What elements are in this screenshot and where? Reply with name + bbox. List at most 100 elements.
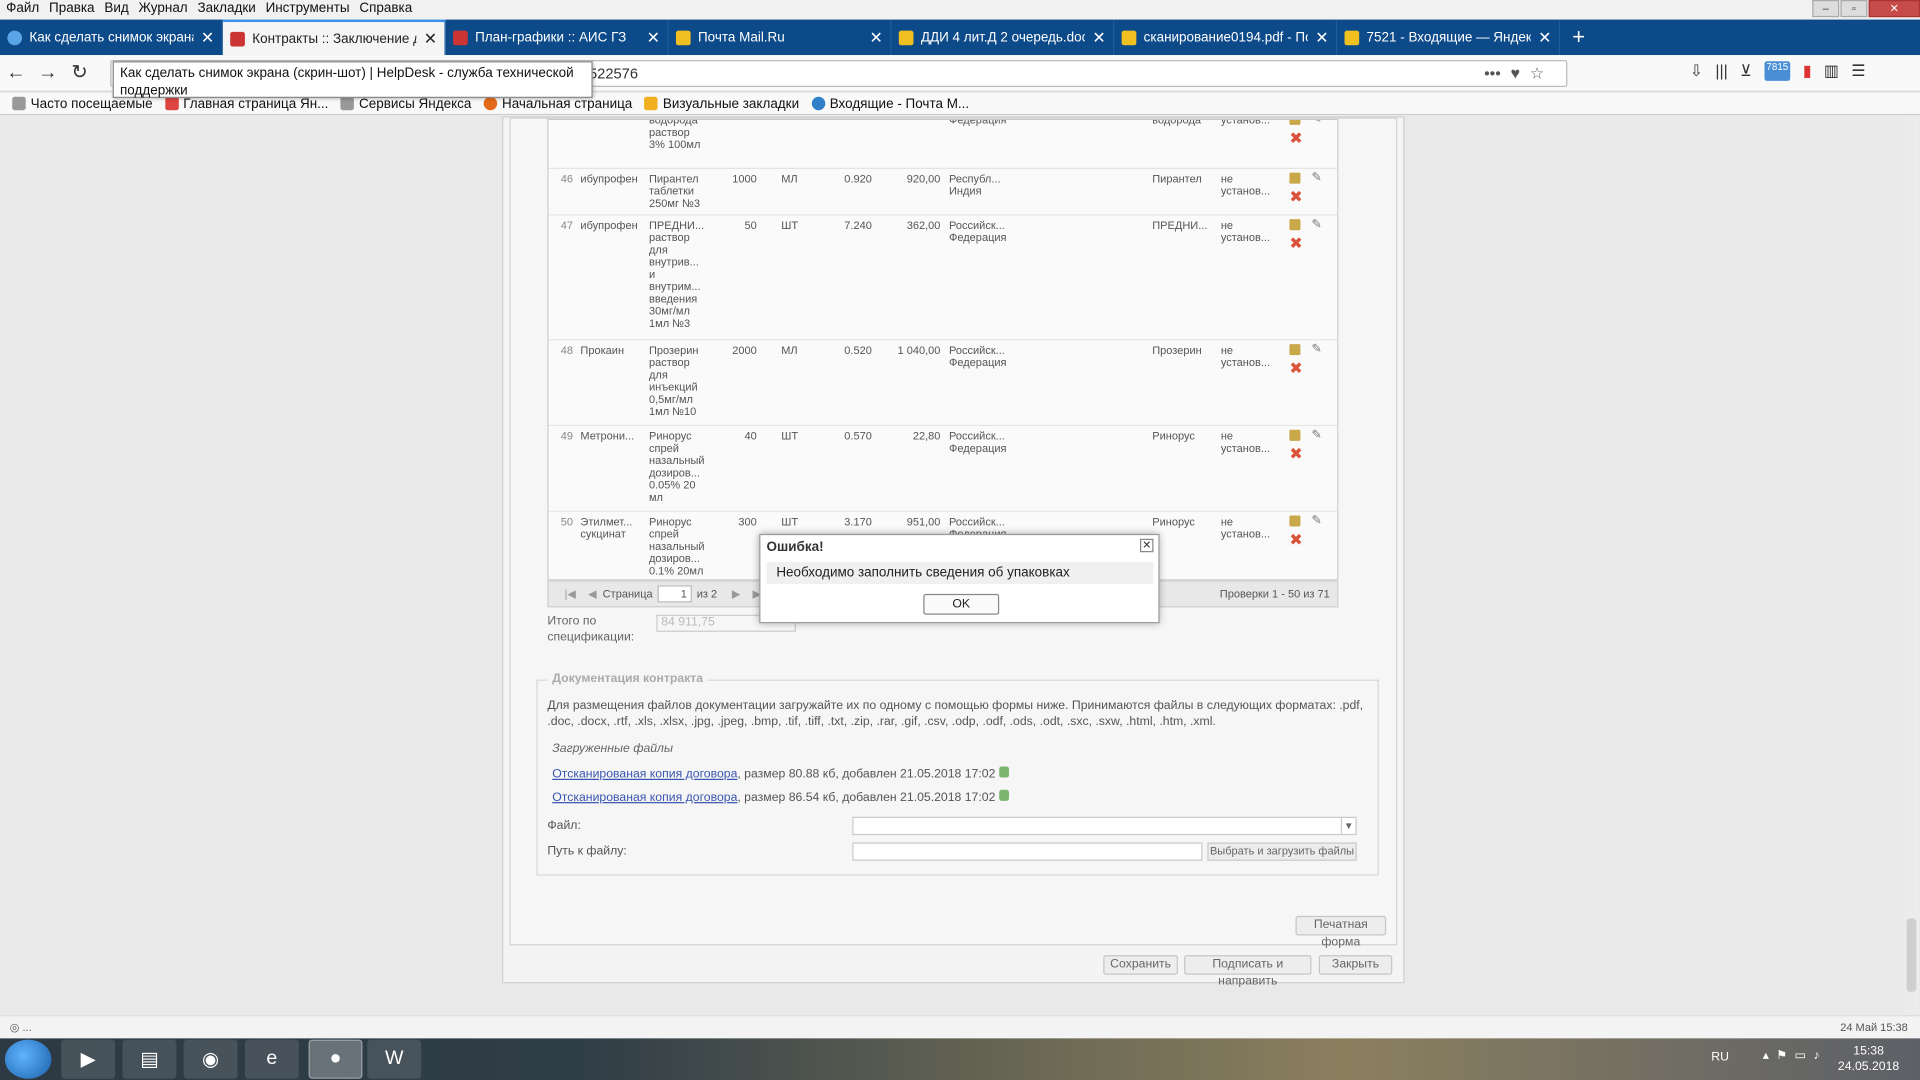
close-window-icon[interactable]: ✕	[1868, 0, 1920, 18]
pencil-icon[interactable]: ✎	[1311, 515, 1321, 527]
file-path-input[interactable]	[852, 842, 1203, 861]
delete-icon[interactable]: ✖	[1289, 235, 1302, 251]
prev-page-icon[interactable]: ◀	[588, 587, 596, 600]
menu-edit[interactable]: Правка	[45, 0, 98, 20]
ie-icon[interactable]: e	[244, 1039, 299, 1079]
pencil-icon[interactable]: ✎	[1311, 172, 1321, 184]
print-form-button[interactable]: Печатная форма	[1295, 915, 1387, 949]
close-tab-icon[interactable]: ✕	[1538, 28, 1551, 48]
close-icon[interactable]: ✕	[1140, 538, 1154, 553]
close-tab-icon[interactable]: ✕	[1092, 28, 1105, 48]
delete-icon[interactable]: ✖	[1289, 189, 1302, 205]
delete-icon[interactable]: ✖	[1289, 531, 1302, 547]
pencil-icon[interactable]: ✎	[1311, 343, 1321, 355]
table-row[interactable]: 47 ибупрофен ПРЕДНИ... раствор для внутрив…	[548, 215, 1338, 341]
delete-icon[interactable]: ✖	[1289, 130, 1302, 146]
library-icon[interactable]: |||	[1715, 61, 1727, 81]
edit-package-icon[interactable]	[1289, 515, 1301, 527]
delete-file-icon[interactable]	[999, 789, 1009, 801]
cell-num: 47	[560, 219, 574, 232]
error-dialog: Ошибка! ✕ Необходимо заполнить сведения …	[759, 533, 1160, 624]
page-input[interactable]: 1	[657, 585, 692, 603]
new-tab-icon[interactable]: +	[1560, 20, 1597, 56]
scrollbar-thumb[interactable]	[1906, 918, 1917, 992]
bookmark-item[interactable]: Визуальные закладки	[644, 96, 799, 111]
browser-tab[interactable]: ДДИ 4 лит.Д 2 очередь.docx - ✕	[891, 19, 1115, 56]
sign-and-send-button[interactable]: Подписать и направить	[1184, 955, 1312, 988]
close-tab-icon[interactable]: ✕	[870, 28, 883, 48]
close-tab-icon[interactable]: ✕	[201, 28, 214, 48]
firefox-icon[interactable]: ●	[308, 1039, 363, 1079]
close-tab-icon[interactable]: ✕	[424, 29, 437, 49]
close-button[interactable]: Закрыть	[1318, 955, 1393, 975]
section-legend: Документация контракта	[547, 672, 709, 686]
file-link[interactable]: Отсканированая копия договора	[552, 791, 737, 804]
browser-tab[interactable]: сканирование0194.pdf - Почт ✕	[1114, 19, 1338, 56]
browser-tab[interactable]: Почта Mail.Ru ✕	[669, 19, 892, 56]
download-icon[interactable]: ⇩	[1690, 61, 1703, 81]
menu-file[interactable]: Файл	[2, 0, 42, 20]
delete-icon[interactable]: ✖	[1289, 360, 1302, 376]
sidebar-icon[interactable]: ▥	[1824, 61, 1839, 81]
browser-tab[interactable]: Как сделать снимок экрана (с ✕	[0, 19, 223, 56]
browser-tab[interactable]: План-графики :: АИС ГЗ ✕	[446, 19, 669, 56]
edit-package-icon[interactable]	[1289, 120, 1301, 125]
edit-package-icon[interactable]	[1289, 344, 1301, 356]
edit-package-icon[interactable]	[1289, 219, 1301, 231]
cart-icon[interactable]: ⊻	[1740, 61, 1752, 81]
explorer-icon[interactable]: ▤	[122, 1039, 177, 1079]
save-button[interactable]: Сохранить	[1103, 955, 1178, 975]
minimize-icon[interactable]: –	[1812, 0, 1840, 18]
bookmark-item[interactable]: Начальная страница	[483, 96, 632, 111]
menu-tools[interactable]: Инструменты	[262, 0, 353, 20]
edit-package-icon[interactable]	[1289, 172, 1301, 184]
pencil-icon[interactable]: ✎	[1311, 429, 1321, 441]
forward-icon[interactable]: →	[32, 57, 64, 89]
badge-count[interactable]: 7815	[1763, 61, 1791, 81]
bookmark-item[interactable]: Сервисы Яндекса	[340, 96, 471, 111]
reload-icon[interactable]: ↻	[64, 57, 96, 89]
edit-package-icon[interactable]	[1289, 429, 1301, 441]
close-tab-icon[interactable]: ✕	[647, 28, 660, 48]
first-page-icon[interactable]: |◀	[564, 587, 575, 600]
next-page-icon[interactable]: ▶	[732, 587, 740, 600]
menu-help[interactable]: Справка	[356, 0, 416, 20]
table-row[interactable]: 48 Прокаин Прозерин раствор для инъекций 0…	[548, 340, 1338, 427]
pocket-icon[interactable]: ♥	[1511, 64, 1520, 84]
back-icon[interactable]: ←	[0, 57, 32, 89]
menu-view[interactable]: Вид	[101, 0, 133, 20]
lang-indicator[interactable]: RU	[1711, 1051, 1729, 1064]
mail-icon	[811, 96, 825, 111]
upload-button[interactable]: Выбрать и загрузить файлы	[1207, 842, 1357, 861]
yandex-icon[interactable]: ▮	[1803, 61, 1812, 81]
menu-icon[interactable]: ☰	[1851, 61, 1865, 81]
chevron-down-icon[interactable]: ▼	[1340, 817, 1356, 834]
media-player-icon[interactable]: ▶	[61, 1039, 116, 1079]
delete-file-icon[interactable]	[999, 766, 1009, 778]
file-select[interactable]: ▼	[852, 816, 1357, 836]
clock[interactable]: 15:38 24.05.2018	[1832, 1043, 1905, 1075]
star-icon[interactable]: ☆	[1530, 64, 1544, 84]
chrome-icon[interactable]: ◉	[183, 1039, 238, 1079]
bookmark-item[interactable]: Входящие - Почта М...	[811, 96, 969, 111]
contract-form: водорода раствор 3% 100мл Федерация водоро…	[509, 117, 1398, 949]
close-tab-icon[interactable]: ✕	[1315, 28, 1328, 48]
more-icon[interactable]: •••	[1484, 64, 1501, 84]
pencil-icon[interactable]: ✎	[1311, 120, 1321, 126]
maximize-icon[interactable]: ▫	[1840, 0, 1868, 18]
table-row[interactable]: 49 Метрони... Ринорус спрей назальный дози…	[548, 426, 1338, 512]
table-row[interactable]: 46 ибупрофен Пирантел таблетки 250мг №3 100…	[548, 168, 1338, 216]
browser-tab-active[interactable]: Контракты :: Заключение дог ✕	[222, 19, 446, 56]
delete-icon[interactable]: ✖	[1289, 446, 1302, 462]
scrollbar[interactable]	[1904, 116, 1919, 1016]
browser-tab[interactable]: 7521 - Входящие — Яндекс.По ✕	[1337, 19, 1561, 56]
bookmark-item[interactable]: Главная страница Ян...	[164, 96, 328, 111]
start-button[interactable]	[4, 1039, 52, 1079]
word-icon[interactable]: W	[367, 1039, 422, 1079]
file-link[interactable]: Отсканированая копия договора	[552, 768, 737, 781]
pencil-icon[interactable]: ✎	[1311, 219, 1321, 231]
ok-button[interactable]: OK	[923, 593, 1000, 615]
menu-history[interactable]: Журнал	[135, 0, 191, 20]
menu-bookmarks[interactable]: Закладки	[194, 0, 260, 20]
table-row[interactable]: водорода раствор 3% 100мл Федерация водоро…	[548, 120, 1338, 169]
